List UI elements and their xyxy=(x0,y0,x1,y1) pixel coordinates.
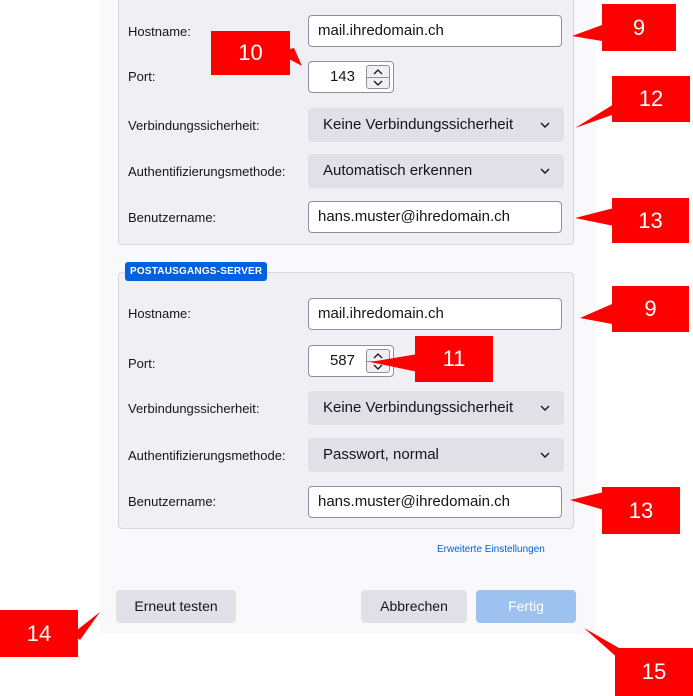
chevron-down-icon[interactable] xyxy=(367,361,389,372)
outgoing-port-stepper[interactable] xyxy=(366,349,390,373)
annotation-badge-12: 12 xyxy=(612,76,690,122)
chevron-down-icon xyxy=(540,108,550,142)
incoming-port-stepper[interactable] xyxy=(366,65,390,89)
incoming-security-label: Verbindungssicherheit: xyxy=(128,118,260,133)
incoming-hostname-label: Hostname: xyxy=(128,24,191,39)
outgoing-security-value: Keine Verbindungssicherheit xyxy=(323,399,514,416)
annotation-badge-13: 13 xyxy=(602,487,680,534)
outgoing-username-label: Benutzername: xyxy=(128,494,217,509)
annotation-badge-11: 11 xyxy=(415,336,493,382)
outgoing-auth-label: Authentifizierungsmethode: xyxy=(128,448,286,463)
annotation-badge-9: 9 xyxy=(612,286,689,332)
incoming-username-input[interactable]: hans.muster@ihredomain.ch xyxy=(308,201,562,233)
annotation-badge-14: 14 xyxy=(0,610,78,657)
chevron-down-icon xyxy=(540,154,550,188)
incoming-port-value: 143 xyxy=(329,68,355,85)
incoming-auth-value: Automatisch erkennen xyxy=(323,162,473,179)
advanced-settings-link[interactable]: Erweiterte Einstellungen xyxy=(437,543,545,557)
incoming-security-value: Keine Verbindungssicherheit xyxy=(323,116,514,133)
chevron-down-icon xyxy=(540,391,550,425)
outgoing-hostname-input[interactable]: mail.ihredomain.ch xyxy=(308,298,562,330)
incoming-port-label: Port: xyxy=(128,69,156,84)
annotation-badge-13: 13 xyxy=(612,198,689,243)
outgoing-port-input[interactable]: 587 xyxy=(308,345,394,377)
cancel-button[interactable]: Abbrechen xyxy=(361,590,467,623)
incoming-auth-select[interactable]: Automatisch erkennen xyxy=(308,154,564,188)
annotation-badge-15: 15 xyxy=(615,648,693,696)
incoming-hostname-input[interactable]: mail.ihredomain.ch xyxy=(308,15,562,47)
incoming-username-label: Benutzername: xyxy=(128,210,217,225)
chevron-down-icon[interactable] xyxy=(367,77,389,88)
annotation-badge-9: 9 xyxy=(602,4,676,51)
outgoing-auth-select[interactable]: Passwort, normal xyxy=(308,438,564,472)
outgoing-security-label: Verbindungssicherheit: xyxy=(128,401,260,416)
outgoing-port-value: 587 xyxy=(329,352,355,369)
outgoing-hostname-label: Hostname: xyxy=(128,306,191,321)
outgoing-username-input[interactable]: hans.muster@ihredomain.ch xyxy=(308,486,562,518)
chevron-down-icon xyxy=(540,438,550,472)
done-button[interactable]: Fertig xyxy=(476,590,576,623)
outgoing-security-select[interactable]: Keine Verbindungssicherheit xyxy=(308,391,564,425)
incoming-security-select[interactable]: Keine Verbindungssicherheit xyxy=(308,108,564,142)
incoming-auth-label: Authentifizierungsmethode: xyxy=(128,164,286,179)
retest-button[interactable]: Erneut testen xyxy=(116,590,236,623)
annotation-badge-10: 10 xyxy=(211,31,290,75)
outgoing-port-label: Port: xyxy=(128,356,156,371)
outgoing-auth-value: Passwort, normal xyxy=(323,446,439,463)
outgoing-server-legend: POSTAUSGANGS-SERVER xyxy=(125,262,268,281)
incoming-port-input[interactable]: 143 xyxy=(308,61,394,93)
